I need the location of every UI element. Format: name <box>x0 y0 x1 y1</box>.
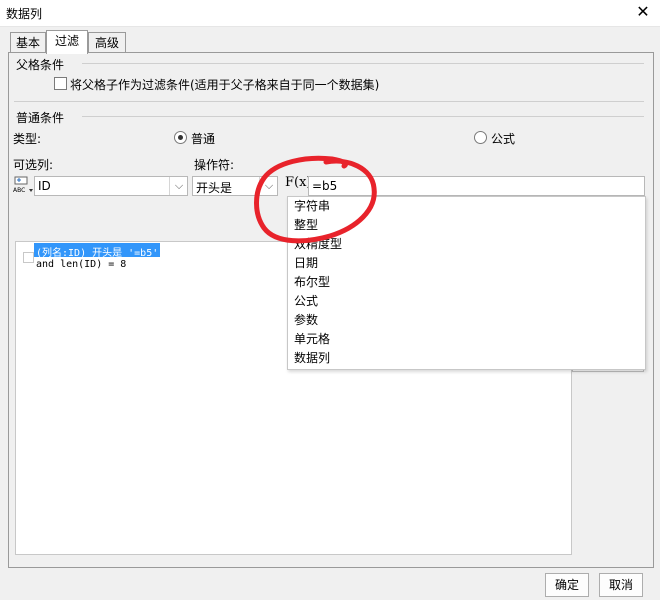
menu-item-integer[interactable]: 整型 <box>294 216 318 235</box>
menu-item-formula[interactable]: 公式 <box>294 292 318 311</box>
formula-type-button[interactable]: F(x) <box>284 175 312 197</box>
menu-item-double[interactable]: 双精度型 <box>294 235 342 254</box>
type-normal-radio[interactable] <box>174 131 187 144</box>
operator-label: 操作符: <box>194 158 235 172</box>
chevron-down-icon[interactable]: ⌵ <box>169 177 188 195</box>
menu-item-parameter[interactable]: 参数 <box>294 311 318 330</box>
type-formula-radio[interactable] <box>474 131 487 144</box>
value-type-menu: 字符串 整型 双精度型 日期 布尔型 公式 参数 单元格 数据列 <box>287 196 646 370</box>
column-type-icon-text: ABC <box>13 187 26 194</box>
column-select[interactable]: ID ⌵ <box>34 176 188 196</box>
menu-item-data-column[interactable]: 数据列 <box>294 349 330 368</box>
chevron-down-icon[interactable]: ⌵ <box>259 177 278 195</box>
menu-item-string[interactable]: 字符串 <box>294 197 330 216</box>
section-divider <box>82 63 644 64</box>
tab-basic[interactable]: 基本 <box>10 32 46 53</box>
menu-item-cell[interactable]: 单元格 <box>294 330 330 349</box>
title-bar <box>0 0 660 27</box>
operator-select[interactable]: 开头是 ⌵ <box>192 176 278 196</box>
parent-condition-title: 父格条件 <box>16 58 65 72</box>
condition-list-item[interactable]: and len(ID) = 8 <box>36 259 126 271</box>
ok-button[interactable]: 确定 <box>545 573 589 597</box>
available-columns-label: 可选列: <box>13 158 54 172</box>
type-formula-label: 公式 <box>491 132 516 146</box>
expand-icon[interactable] <box>23 252 34 263</box>
menu-item-boolean[interactable]: 布尔型 <box>294 273 330 292</box>
tab-advanced[interactable]: 高级 <box>88 32 126 53</box>
type-label: 类型: <box>13 132 42 146</box>
condition-value-input[interactable]: =b5 <box>308 176 645 196</box>
window-title: 数据列 <box>6 7 43 21</box>
cancel-button[interactable]: 取消 <box>599 573 643 597</box>
condition-list-item[interactable]: (列名:ID) 开头是 '=b5' <box>34 243 161 259</box>
tab-filter[interactable]: 过滤 <box>46 30 88 54</box>
normal-condition-title: 普通条件 <box>16 111 65 125</box>
parent-filter-checkbox-label: 将父格子作为过滤条件(适用于父子格来自于同一个数据集) <box>70 78 380 92</box>
section-divider <box>82 116 644 117</box>
type-normal-label: 普通 <box>191 132 216 146</box>
section-divider <box>14 101 644 102</box>
parent-filter-checkbox[interactable] <box>54 77 67 90</box>
menu-item-date[interactable]: 日期 <box>294 254 318 273</box>
close-button[interactable]: ✕ <box>632 1 654 23</box>
column-select-value: ID <box>38 179 51 193</box>
condition-value-text: =b5 <box>312 179 338 193</box>
operator-select-value: 开头是 <box>196 181 233 195</box>
